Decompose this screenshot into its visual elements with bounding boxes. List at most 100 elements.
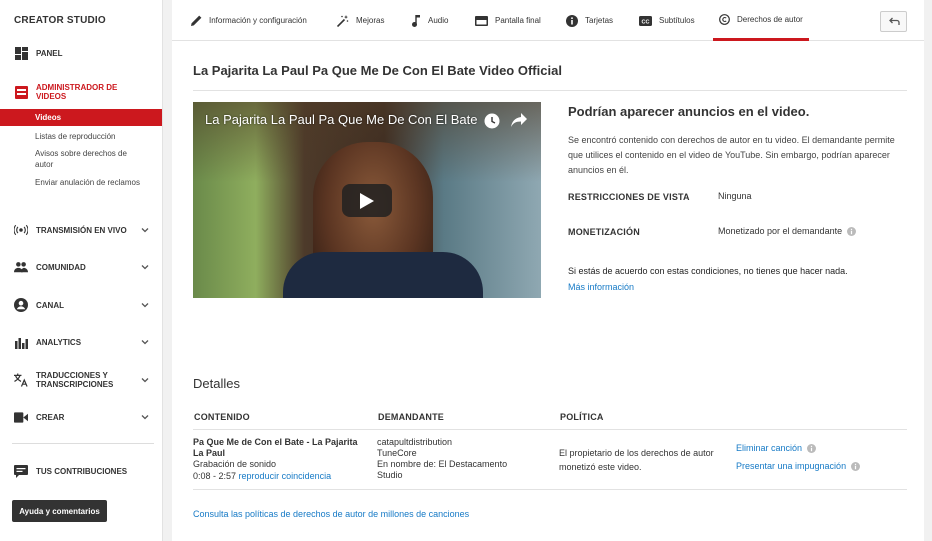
live-icon — [14, 223, 28, 237]
pencil-icon — [191, 15, 202, 26]
remove-song-link[interactable]: Eliminar canción — [736, 443, 802, 453]
tab-label: Audio — [428, 16, 449, 25]
community-icon — [14, 260, 28, 274]
play-icon — [360, 192, 374, 209]
sidebar-item-label: TUS CONTRIBUCIONES — [36, 466, 128, 476]
table-bottom-divider — [193, 489, 907, 490]
file-dispute-link[interactable]: Presentar una impugnación — [736, 461, 846, 471]
copyright-policies-link[interactable]: Consulta las políticas de derechos de au… — [193, 509, 469, 519]
tab-label: Subtítulos — [659, 16, 695, 25]
tab-label: Información y configuración — [209, 16, 307, 25]
info-icon — [566, 14, 578, 27]
tab-info-settings[interactable]: Información y configuración — [191, 0, 307, 41]
sidebar-item-translations[interactable]: TRADUCCIONES Y TRANSCRIPCIONES — [0, 368, 162, 392]
sidebar-item-analytics[interactable]: ANALYTICS — [0, 330, 162, 354]
cc-icon: CC — [639, 15, 652, 26]
back-button[interactable] — [880, 11, 907, 32]
details-heading: Detalles — [193, 376, 240, 391]
chevron-down-icon — [141, 340, 149, 345]
tab-subtitles[interactable]: CC Subtítulos — [639, 0, 695, 41]
restrictions-label: RESTRICCIONES DE VISTA — [568, 192, 690, 202]
sidebar-item-label: PANEL — [36, 48, 63, 58]
dashboard-icon — [14, 46, 28, 60]
chevron-down-icon — [141, 265, 149, 270]
sidebar-item-community[interactable]: COMUNIDAD — [0, 255, 162, 279]
play-button[interactable] — [342, 184, 392, 217]
column-header-policy: POLÍTICA — [560, 412, 604, 422]
sidebar-item-channel[interactable]: CANAL — [0, 293, 162, 317]
monetization-label: MONETIZACIÓN — [568, 227, 640, 237]
magic-wand-icon — [337, 14, 349, 27]
table-header-divider — [193, 429, 907, 430]
creator-studio-brand[interactable]: CREATOR STUDIO — [14, 15, 106, 26]
claim-heading: Podrían aparecer anuncios en el video. — [568, 104, 810, 119]
sidebar-item-contributions[interactable]: TUS CONTRIBUCIONES — [0, 459, 162, 483]
player-title[interactable]: La Pajarita La Paul Pa Que Me De Con El … — [205, 112, 480, 127]
tab-bar: Información y configuración Mejoras Audi… — [172, 0, 924, 41]
sidebar-item-label: ANALYTICS — [36, 337, 82, 347]
sidebar: CREATOR STUDIO PANEL ADMINISTRADOR DE VI… — [0, 0, 163, 541]
content-type: Grabación de sonido — [193, 459, 277, 469]
watch-later-icon[interactable] — [484, 113, 500, 129]
tab-label: Pantalla final — [495, 16, 541, 25]
info-icon[interactable] — [847, 226, 857, 236]
monetization-value-text: Monetizado por el demandante — [718, 226, 843, 236]
tab-label: Mejoras — [356, 16, 385, 25]
share-icon[interactable] — [511, 113, 527, 127]
policy-text: El propietario de los derechos de autor … — [559, 448, 714, 472]
play-match-link[interactable]: reproducir coincidencia — [239, 471, 332, 481]
sidebar-subitem-playlists[interactable]: Listas de reproducción — [35, 131, 145, 142]
sidebar-item-label: CANAL — [36, 300, 64, 310]
column-header-content: CONTENIDO — [194, 412, 250, 422]
remove-song-action[interactable]: Eliminar canción — [736, 443, 817, 453]
sidebar-subitem-label: Videos — [35, 113, 62, 122]
svg-text:CC: CC — [642, 19, 650, 25]
create-icon — [14, 410, 28, 424]
sidebar-item-panel[interactable]: PANEL — [0, 41, 162, 65]
tab-cards[interactable]: Tarjetas — [566, 0, 613, 41]
main-panel: Información y configuración Mejoras Audi… — [172, 0, 924, 541]
video-title: La Pajarita La Paul Pa Que Me De Con El … — [193, 63, 562, 78]
video-manager-icon — [14, 85, 28, 99]
claimant-on-behalf: En nombre de: El Destacamento Studio — [377, 459, 508, 480]
restrictions-value-text: Ninguna — [718, 191, 752, 201]
tab-label: Derechos de autor — [737, 14, 803, 24]
tab-copyright[interactable]: Derechos de autor — [713, 0, 809, 41]
content-title: Pa Que Me de Con el Bate - La Pajarita L… — [193, 437, 358, 458]
back-arrow-icon — [888, 17, 900, 25]
chevron-down-icon — [141, 228, 149, 233]
end-screen-icon — [475, 15, 488, 26]
monetization-value: Monetizado por el demandante — [718, 226, 857, 236]
sidebar-subitem-videos[interactable]: Videos — [0, 109, 162, 126]
info-icon[interactable] — [807, 443, 817, 453]
claimant-name: catapultdistribution — [377, 437, 453, 447]
tab-enhancements[interactable]: Mejoras — [337, 0, 384, 41]
sidebar-item-label: CREAR — [36, 412, 65, 422]
sidebar-subitem-copyright-notices[interactable]: Avisos sobre derechos de autor — [35, 148, 145, 170]
dispute-action[interactable]: Presentar una impugnación — [736, 461, 861, 471]
help-feedback-button[interactable]: Ayuda y comentarios — [12, 500, 107, 522]
sidebar-item-video-manager[interactable]: ADMINISTRADOR DE VIDEOS — [0, 78, 162, 106]
chevron-down-icon — [141, 415, 149, 420]
chevron-down-icon — [141, 303, 149, 308]
sidebar-item-label: TRANSMISIÓN EN VIVO — [36, 225, 127, 235]
info-icon[interactable] — [851, 461, 861, 471]
channel-icon — [14, 298, 28, 312]
sidebar-item-create[interactable]: CREAR — [0, 405, 162, 429]
sidebar-item-live[interactable]: TRANSMISIÓN EN VIVO — [0, 218, 162, 242]
analytics-icon — [14, 335, 28, 349]
tab-audio[interactable]: Audio — [412, 0, 448, 41]
divider — [193, 90, 907, 91]
sidebar-subitem-retract-claims[interactable]: Enviar anulación de reclamos — [35, 177, 145, 188]
chevron-down-icon — [141, 378, 149, 383]
music-note-icon — [412, 14, 420, 27]
more-info-link[interactable]: Más información — [568, 282, 634, 292]
content-range: 0:08 - 2:57 reproducir coincidencia — [193, 471, 331, 482]
tab-label: Tarjetas — [585, 16, 614, 25]
sidebar-item-label: TRADUCCIONES Y TRANSCRIPCIONES — [36, 371, 114, 389]
sidebar-item-label: COMUNIDAD — [36, 262, 86, 272]
sidebar-item-label: ADMINISTRADOR DE VIDEOS — [36, 83, 118, 101]
column-header-claimant: DEMANDANTE — [378, 412, 444, 422]
video-player[interactable]: La Pajarita La Paul Pa Que Me De Con El … — [193, 102, 541, 298]
tab-end-screen[interactable]: Pantalla final — [475, 0, 541, 41]
